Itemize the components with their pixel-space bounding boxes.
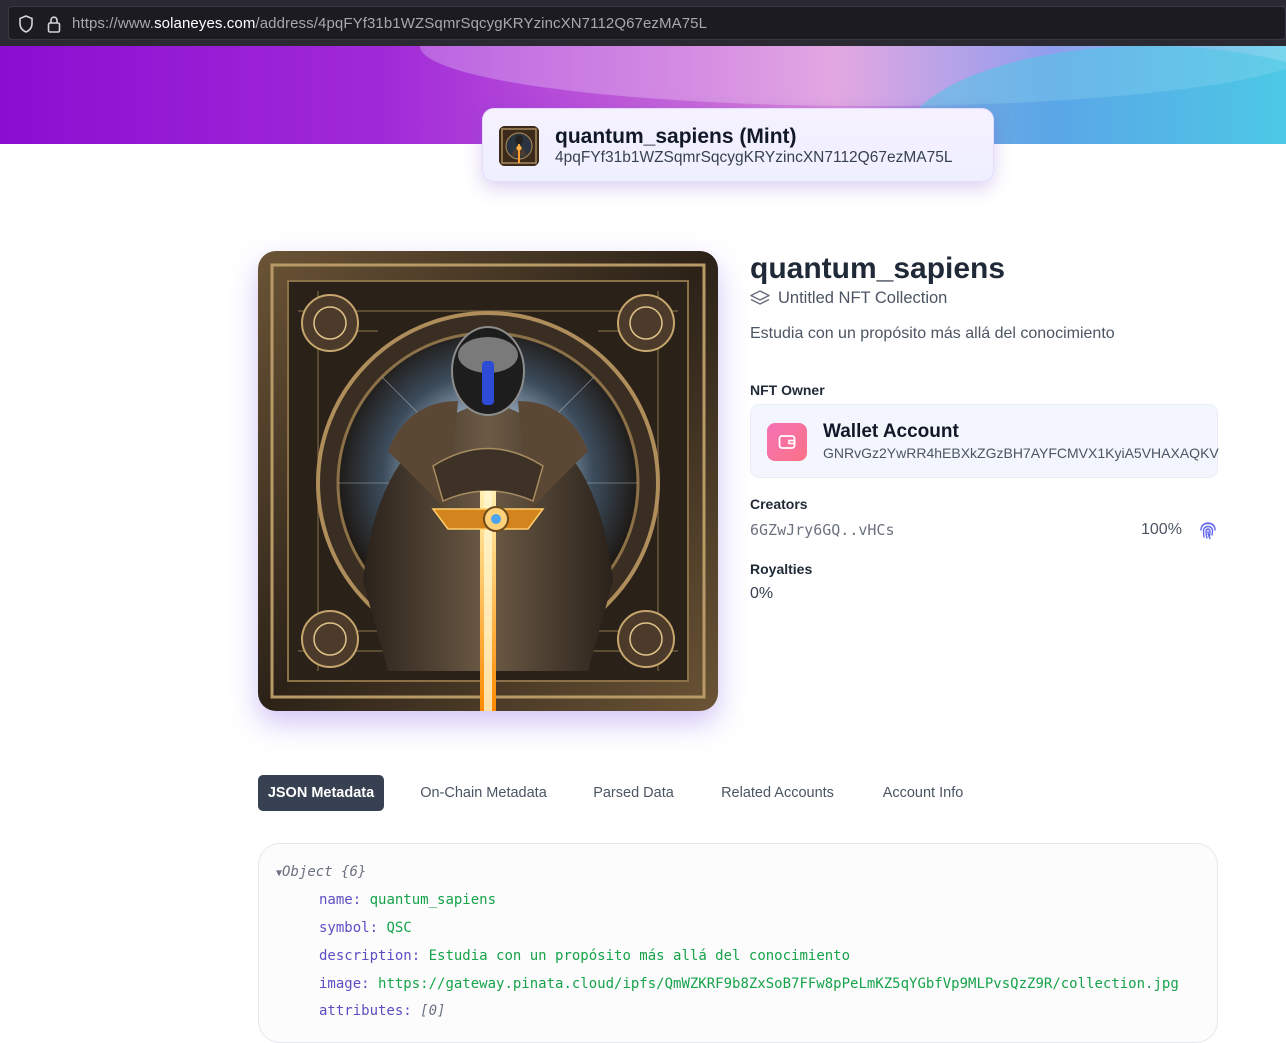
url-host: solaneyes.com	[154, 15, 256, 32]
url-path: /address/4pqFYf31b1WZSqmrSqcygKRYzincXN7…	[255, 15, 708, 32]
json-root-type: Object {6}	[282, 864, 367, 880]
nft-artwork-image[interactable]	[258, 251, 718, 711]
mint-title: quantum_sapiens (Mint)	[555, 125, 797, 148]
tab-on-chain-metadata[interactable]: On-Chain Metadata	[406, 775, 561, 811]
json-key: image:	[319, 976, 370, 992]
shield-icon[interactable]	[18, 15, 34, 33]
nft-owner-label: NFT Owner	[750, 382, 825, 398]
mint-header-card: quantum_sapiens (Mint) 4pqFYf31b1WZSqmrS…	[482, 108, 994, 182]
wallet-icon	[778, 435, 796, 449]
wallet-badge	[767, 423, 807, 461]
json-root[interactable]: ▼Object {6}	[276, 864, 366, 880]
json-key: symbol:	[319, 920, 379, 936]
creator-share: 100%	[1141, 521, 1182, 538]
json-value: quantum_sapiens	[369, 892, 497, 908]
json-key: attributes:	[319, 1003, 412, 1019]
fingerprint-icon[interactable]	[1198, 520, 1218, 540]
mint-thumbnail	[499, 126, 539, 166]
json-entry: description: Estudia con un propósito má…	[319, 948, 850, 964]
json-key: name:	[319, 892, 362, 908]
json-value: [0]	[420, 1003, 446, 1019]
json-entry: image: https://gateway.pinata.cloud/ipfs…	[319, 976, 1179, 992]
url-prefix: https://www.	[72, 15, 155, 32]
mint-address[interactable]: 4pqFYf31b1WZSqmrSqcygKRYzincXN7112Q67ezM…	[555, 149, 952, 167]
tab-related-accounts[interactable]: Related Accounts	[706, 775, 849, 811]
collection-name[interactable]: Untitled NFT Collection	[778, 289, 947, 308]
json-entry: name: quantum_sapiens	[319, 892, 496, 908]
nft-description: Estudia con un propósito más allá del co…	[750, 325, 1115, 342]
royalties-label: Royalties	[750, 561, 813, 577]
url-text[interactable]: https://www.solaneyes.com/address/4pqFYf…	[72, 15, 707, 32]
tab-account-info[interactable]: Account Info	[871, 775, 975, 811]
royalties-value: 0%	[750, 585, 774, 602]
address-bar[interactable]: https://www.solaneyes.com/address/4pqFYf…	[8, 6, 1286, 40]
tab-parsed-data[interactable]: Parsed Data	[583, 775, 684, 811]
lock-icon[interactable]	[46, 15, 62, 33]
browser-toolbar: https://www.solaneyes.com/address/4pqFYf…	[0, 0, 1286, 46]
json-entry: symbol: QSC	[319, 920, 412, 936]
owner-title: Wallet Account	[823, 421, 959, 442]
owner-address[interactable]: GNRvGz2YwRR4hEBXkZGzBH7AYFCMVX1KyiA5VHAX…	[823, 445, 1219, 461]
creator-address[interactable]: 6GZwJry6GQ..vHCs	[750, 521, 895, 539]
json-value: Estudia con un propósito más allá del co…	[428, 948, 851, 964]
json-value: QSC	[386, 920, 412, 936]
json-key: description:	[319, 948, 421, 964]
json-value-link[interactable]: https://gateway.pinata.cloud/ipfs/QmWZKR…	[378, 976, 1179, 992]
creators-label: Creators	[750, 496, 808, 512]
json-entry[interactable]: attributes: [0]	[319, 1003, 445, 1019]
nft-name: quantum_sapiens	[750, 252, 1006, 285]
layers-icon	[750, 290, 770, 305]
owner-card[interactable]: Wallet Account GNRvGz2YwRR4hEBXkZGzBH7AY…	[750, 404, 1219, 478]
json-viewer: ▼Object {6} name: quantum_sapiens symbol…	[258, 843, 1218, 1043]
tab-json-metadata[interactable]: JSON Metadata	[258, 775, 384, 811]
